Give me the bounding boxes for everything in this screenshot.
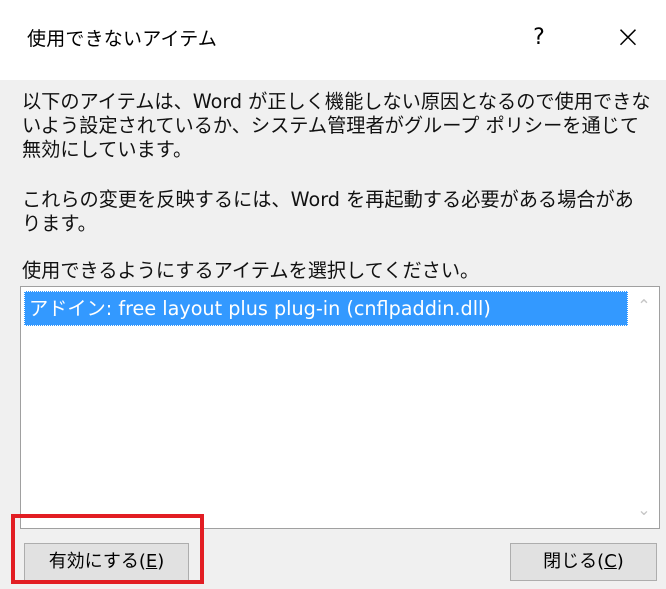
selection-instruction: 使用できるようにするアイテムを選択してください。 (22, 259, 480, 282)
scroll-up-icon[interactable]: ⌃ (629, 290, 659, 321)
enable-button-hotkey: E (145, 551, 158, 572)
help-button[interactable]: ? (519, 18, 559, 58)
dialog-title-bar: 使用できないアイテム ? × (0, 0, 666, 80)
dialog-content: 以下のアイテムは、Word が正しく機能しない原因となるので使用できないよう設定… (0, 80, 666, 589)
disabled-items-list[interactable]: アドイン: free layout plus plug-in (cnflpadd… (20, 286, 660, 529)
enable-button-label-prefix: 有効にする( (48, 551, 146, 572)
dialog-title: 使用できないアイテム (27, 28, 218, 50)
close-button[interactable]: 閉じる(C) (510, 543, 657, 581)
disabled-items-description: 以下のアイテムは、Word が正しく機能しない原因となるので使用できないよう設定… (22, 90, 651, 161)
enable-button[interactable]: 有効にする(E) (24, 543, 189, 581)
enable-button-label-suffix: ) (157, 551, 165, 572)
dialog-button-row: 有効にする(E) 閉じる(C) (0, 535, 666, 589)
close-button-label-prefix: 閉じる( (543, 551, 605, 572)
close-icon[interactable]: × (608, 17, 648, 57)
list-scrollbar[interactable]: ⌃ ⌄ (628, 287, 659, 528)
close-button-label-suffix: ) (616, 551, 624, 572)
disabled-items-dialog: 使用できないアイテム ? × 以下のアイテムは、Word が正しく機能しない原因… (0, 0, 666, 589)
scroll-down-icon[interactable]: ⌄ (629, 494, 659, 525)
restart-note: これらの変更を反映するには、Word を再起動する必要がある場合があります。 (22, 188, 634, 235)
close-button-hotkey: C (604, 551, 617, 572)
list-item-selected[interactable]: アドイン: free layout plus plug-in (cnflpadd… (24, 291, 628, 326)
